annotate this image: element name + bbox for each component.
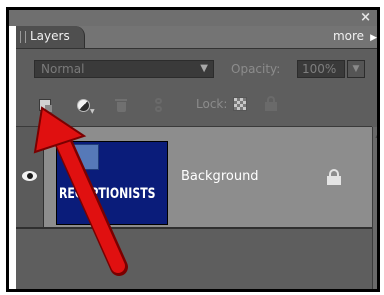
- panel-header: Layers more ▶: [16, 26, 377, 49]
- layers-panel: Layers more ▶ Normal ▼ Opacity: 100% ▼ ▼ …: [16, 26, 377, 289]
- link-layers-button[interactable]: [150, 96, 168, 114]
- chevron-down-icon: ▼: [200, 63, 208, 74]
- opacity-dropdown-button[interactable]: ▼: [347, 60, 365, 78]
- scroll-up-icon[interactable]: ▲: [374, 130, 377, 139]
- eye-icon: [22, 171, 37, 181]
- opacity-label: Opacity:: [231, 62, 281, 76]
- tab-layers-label: Layers: [30, 29, 70, 43]
- grip-icon[interactable]: [20, 31, 26, 43]
- layer-thumbnail: RECEPTIONISTS: [56, 141, 168, 225]
- layer-name[interactable]: Background: [181, 169, 259, 184]
- new-layer-button[interactable]: [36, 96, 54, 114]
- caret-down-icon: ▼: [90, 108, 95, 115]
- opacity-input[interactable]: 100%: [297, 60, 345, 78]
- lock-transparency-icon[interactable]: [233, 97, 247, 111]
- adjustment-layer-button[interactable]: ▼: [74, 96, 95, 115]
- layers-list-empty-area[interactable]: [16, 229, 372, 289]
- lock-icon: [325, 168, 343, 186]
- window-title-strip: ×: [9, 10, 377, 26]
- delete-layer-button[interactable]: [112, 96, 130, 114]
- more-button[interactable]: more ▶: [333, 29, 377, 43]
- more-label: more: [332, 29, 365, 43]
- lock-label: Lock:: [196, 97, 228, 111]
- chevron-right-icon: ▶: [370, 33, 377, 43]
- close-icon[interactable]: ×: [360, 10, 371, 26]
- blend-mode-value: Normal: [41, 62, 85, 76]
- visibility-toggle[interactable]: [16, 127, 44, 227]
- tab-layers[interactable]: Layers: [16, 26, 85, 48]
- new-layer-icon: [39, 99, 52, 112]
- screenshot-frame: × Layers more ▶ Normal ▼ Opacity: 100% ▼ …: [6, 7, 380, 292]
- vertical-scrollbar[interactable]: ▲: [372, 127, 377, 289]
- adjustment-layer-icon: [77, 99, 90, 112]
- thumbnail-photo: [69, 144, 99, 170]
- blend-mode-select[interactable]: Normal ▼: [34, 60, 214, 78]
- layer-row[interactable]: RECEPTIONISTS Background: [16, 127, 372, 227]
- thumbnail-text: RECEPTIONISTS: [59, 186, 156, 202]
- lock-all-icon[interactable]: [263, 96, 279, 112]
